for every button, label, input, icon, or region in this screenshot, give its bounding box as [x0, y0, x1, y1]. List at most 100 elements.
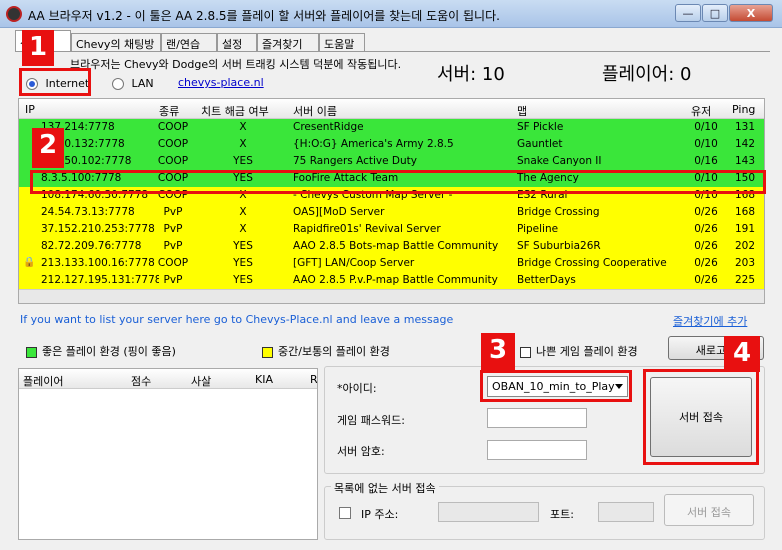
cell-cheat: YES — [233, 257, 253, 269]
cell-users: 0/10 — [694, 138, 718, 150]
cell-type: PvP — [163, 223, 183, 235]
radio-lan[interactable]: LAN — [112, 77, 154, 90]
radio-lan-label: LAN — [131, 77, 154, 90]
col-r[interactable]: R — [310, 373, 317, 386]
cell-cheat: YES — [233, 274, 253, 286]
lock-icon: 🔒 — [23, 257, 36, 268]
cell-users: 0/26 — [694, 206, 718, 218]
minimize-button[interactable]: — — [675, 4, 701, 22]
ip-label: IP 주소: — [361, 508, 399, 521]
horizontal-scrollbar[interactable] — [19, 289, 764, 303]
col-cheat[interactable]: 치트 해금 여부 — [201, 103, 269, 119]
cell-ip: 212.127.195.131:7778 — [41, 274, 159, 286]
tab-help[interactable]: 도움말 — [319, 33, 365, 51]
close-button[interactable]: X — [729, 4, 773, 22]
cell-map: Gauntlet — [517, 138, 563, 150]
server-row[interactable]: 37.152.210.253:7778 PvP X Rapidfire01s' Rev… — [19, 221, 764, 238]
col-ip[interactable]: IP — [25, 103, 35, 116]
tab-divider — [15, 51, 770, 52]
server-table-header: IP 종류 치트 해금 여부 서버 이름 맵 유저 Ping — [19, 99, 764, 119]
cell-users: 0/26 — [694, 240, 718, 252]
cell-type: COOP — [157, 138, 189, 150]
annotation-badge-1: 1 — [22, 30, 54, 66]
cell-cheat: YES — [233, 155, 253, 167]
server-row[interactable]: 24.54.73.13:7778 PvP X OAS][MoD Server Bridg… — [19, 204, 764, 221]
cell-map: SF Suburbia26R — [517, 240, 601, 252]
cell-ip: 213.133.100.16:7778 — [41, 257, 155, 269]
cell-type: PvP — [163, 206, 183, 218]
cell-name: AAO 2.8.5 P.v.P-map Battle Community — [293, 274, 498, 286]
cell-users: 0/26 — [694, 274, 718, 286]
annotation-box-4 — [643, 369, 759, 465]
cell-users: 0/16 — [694, 155, 718, 167]
maximize-button[interactable]: □ — [702, 4, 728, 22]
add-favorite-link[interactable]: 즐겨찾기에 추가 — [673, 313, 747, 329]
col-ping[interactable]: Ping — [732, 103, 755, 116]
col-player[interactable]: 플레이어 — [23, 373, 63, 389]
tab-settings[interactable]: 설정 — [217, 33, 257, 51]
server-table[interactable]: IP 종류 치트 해금 여부 서버 이름 맵 유저 Ping 137.214:7… — [18, 98, 765, 304]
annotation-badge-2: 2 — [32, 128, 64, 168]
players-table-header: 플레이어 점수 사살 KIA R — [19, 369, 317, 389]
legend-medium: 중간/보통의 플레이 환경 — [262, 343, 390, 359]
server-row[interactable]: 🔒 213.133.100.16:7778 COOP YES [GFT] LAN/Coo… — [19, 255, 764, 272]
cell-cheat: X — [239, 206, 247, 218]
cell-map: Snake Canyon II — [517, 155, 602, 167]
col-type[interactable]: 종류 — [159, 103, 179, 119]
server-row[interactable]: 212.127.195.131:7778 PvP YES AAO 2.8.5 P.v.… — [19, 272, 764, 289]
server-count: 서버: 10 — [437, 64, 505, 85]
direct-connect-button[interactable]: 서버 접속 — [664, 494, 754, 526]
window-title: AA 브라우저 v1.2 - 이 툴은 AA 2.8.5를 플레이 할 서버와 … — [28, 9, 500, 23]
legend-good-swatch — [26, 346, 37, 358]
cell-name: 75 Rangers Active Duty — [293, 155, 417, 167]
annotation-box-2 — [30, 170, 766, 194]
server-row[interactable]: 67.250.102:7778 COOP YES 75 Rangers Active … — [19, 153, 764, 170]
cell-name: Rapidfire01s' Revival Server — [293, 223, 441, 235]
server-row[interactable]: 137.214:7778 COOP X CresentRidge SF Pickle 0/… — [19, 119, 764, 136]
server-row[interactable]: 82.72.209.76:7778 PvP YES AAO 2.8.5 Bots-ma… — [19, 238, 764, 255]
server-password-input[interactable] — [487, 440, 587, 460]
legend-bad: 나쁜 게임 플레이 환경 — [520, 343, 638, 359]
server-password-label: 서버 암호: — [337, 445, 385, 458]
annotation-box-3 — [480, 370, 632, 402]
annotation-box-1 — [19, 68, 91, 96]
cell-cheat: X — [239, 121, 247, 133]
legend-good: 좋은 플레이 환경 (핑이 좋음) — [26, 343, 176, 359]
port-label: 포트: — [550, 508, 574, 521]
description-label: 브라우저는 Chevy와 Dodge의 서버 트래킹 시스템 덕분에 작동됩니다… — [70, 58, 402, 71]
cell-ping: 168 — [734, 206, 756, 218]
server-row[interactable]: 2.160.132:7778 COOP X {H:O:G} America's Arm… — [19, 136, 764, 153]
cell-ip: 37.152.210.253:7778 — [41, 223, 155, 235]
cell-map: Bridge Crossing Cooperative — [517, 257, 667, 269]
ip-input[interactable] — [438, 502, 539, 522]
players-table[interactable]: 플레이어 점수 사살 KIA R — [18, 368, 318, 540]
cell-map: Bridge Crossing — [517, 206, 600, 218]
game-password-input[interactable] — [487, 408, 587, 428]
legend-medium-swatch — [262, 346, 273, 358]
cell-ping: 131 — [734, 121, 756, 133]
col-server-name[interactable]: 서버 이름 — [293, 103, 337, 119]
player-count: 플레이어: 0 — [602, 64, 692, 85]
cell-ping: 225 — [734, 274, 756, 286]
cell-users: 0/26 — [694, 257, 718, 269]
list-server-message[interactable]: If you want to list your server here go … — [20, 313, 453, 326]
ip-checkbox[interactable] — [339, 507, 351, 519]
port-input[interactable] — [598, 502, 654, 522]
col-kia[interactable]: KIA — [255, 373, 273, 386]
tab-lan-practice[interactable]: 랜/연습 — [161, 33, 217, 51]
col-users[interactable]: 유저 — [691, 103, 711, 119]
annotation-badge-3: 3 — [481, 333, 515, 371]
tab-chevy-chat[interactable]: Chevy의 채팅방 — [71, 33, 161, 51]
tab-favorites[interactable]: 즐겨찾기 — [257, 33, 319, 51]
cell-users: 0/10 — [694, 121, 718, 133]
cell-cheat: YES — [233, 240, 253, 252]
col-map[interactable]: 맵 — [517, 103, 527, 119]
col-score[interactable]: 점수 — [131, 373, 151, 389]
site-link[interactable]: chevys-place.nl — [178, 76, 264, 89]
cell-ping: 143 — [734, 155, 756, 167]
legend-good-label: 좋은 플레이 환경 (핑이 좋음) — [42, 345, 176, 358]
col-kills[interactable]: 사살 — [191, 373, 211, 389]
cell-users: 0/26 — [694, 223, 718, 235]
cell-type: COOP — [157, 257, 189, 269]
cell-type: COOP — [157, 155, 189, 167]
